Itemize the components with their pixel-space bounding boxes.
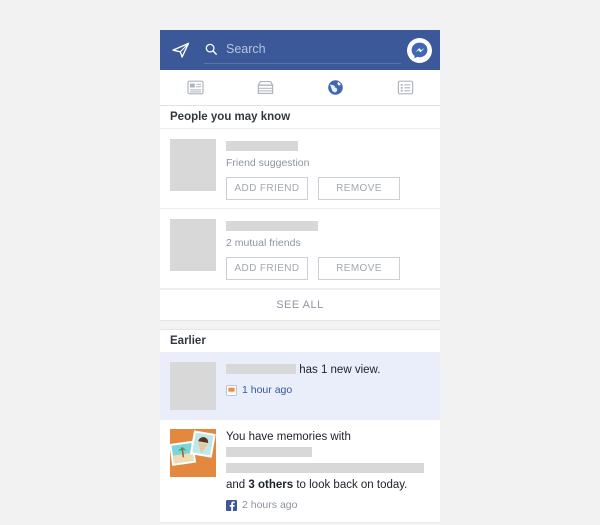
avatar <box>170 139 216 191</box>
tab-news-feed[interactable] <box>160 70 230 105</box>
memories-text-start: You have memories with <box>226 431 351 443</box>
remove-button[interactable]: REMOVE <box>318 257 400 280</box>
notification-row-memories[interactable]: You have memories with and 3 others to l… <box>160 420 440 523</box>
see-all-button[interactable]: SEE ALL <box>160 289 440 320</box>
section-divider <box>160 320 440 330</box>
notification-meta: 1 hour ago <box>226 382 430 398</box>
notification-timestamp: 2 hours ago <box>242 499 298 511</box>
remove-button[interactable]: REMOVE <box>318 177 400 200</box>
messenger-icon[interactable] <box>407 37 432 63</box>
phone-screen: People you may know Friend suggestion AD… <box>160 30 440 523</box>
paper-plane-icon[interactable] <box>168 37 194 63</box>
friend-suggestion-row: 2 mutual friends ADD FRIEND REMOVE <box>160 209 440 289</box>
globe-icon <box>326 78 345 97</box>
avatar <box>170 219 216 271</box>
friend-suggestion-subtitle: Friend suggestion <box>226 157 310 169</box>
tab-bar <box>160 70 440 106</box>
memories-thumbnail-icon <box>170 429 216 477</box>
notification-text: has 1 new view. 1 hour ago <box>226 362 430 410</box>
friend-suggestion-body: Friend suggestion ADD FRIEND REMOVE <box>226 139 430 200</box>
notification-meta: 2 hours ago <box>226 497 430 513</box>
tab-marketplace[interactable] <box>230 70 300 105</box>
tab-notifications[interactable] <box>300 70 370 105</box>
notification-row-new-view[interactable]: has 1 new view. 1 hour ago <box>160 353 440 420</box>
avatar <box>170 362 216 410</box>
name-placeholder <box>226 447 312 457</box>
name-placeholder <box>226 141 298 151</box>
app-header <box>160 30 440 70</box>
facebook-f-icon <box>226 499 237 511</box>
memories-others-count: 3 others <box>248 479 294 491</box>
friend-suggestion-actions: ADD FRIEND REMOVE <box>226 177 430 200</box>
add-friend-button[interactable]: ADD FRIEND <box>226 257 308 280</box>
name-placeholder <box>226 364 296 374</box>
section-header-people-you-may-know: People you may know <box>160 106 440 129</box>
story-badge-icon <box>226 384 237 396</box>
list-menu-icon <box>396 78 415 97</box>
friend-suggestion-subtitle: 2 mutual friends <box>226 237 301 249</box>
search-input[interactable] <box>226 41 401 56</box>
section-title: Earlier <box>170 335 206 347</box>
search-icon <box>204 42 218 56</box>
name-placeholder <box>226 221 318 231</box>
tab-menu[interactable] <box>370 70 440 105</box>
section-title: People you may know <box>170 111 291 123</box>
marketplace-icon <box>256 78 275 97</box>
friend-suggestion-row: Friend suggestion ADD FRIEND REMOVE <box>160 129 440 209</box>
friend-suggestion-actions: ADD FRIEND REMOVE <box>226 257 430 280</box>
notification-message: has 1 new view. <box>299 364 381 376</box>
friend-suggestion-body: 2 mutual friends ADD FRIEND REMOVE <box>226 219 430 280</box>
notification-text: You have memories with and 3 others to l… <box>226 429 430 513</box>
add-friend-button[interactable]: ADD FRIEND <box>226 177 308 200</box>
news-feed-icon <box>186 78 205 97</box>
memories-text-middle: and <box>226 479 246 491</box>
section-header-earlier: Earlier <box>160 330 440 353</box>
memories-text-end: to look back on today. <box>296 479 408 491</box>
name-placeholder-second-line <box>226 463 424 473</box>
notification-timestamp[interactable]: 1 hour ago <box>242 382 292 398</box>
search-bar[interactable] <box>204 37 401 64</box>
